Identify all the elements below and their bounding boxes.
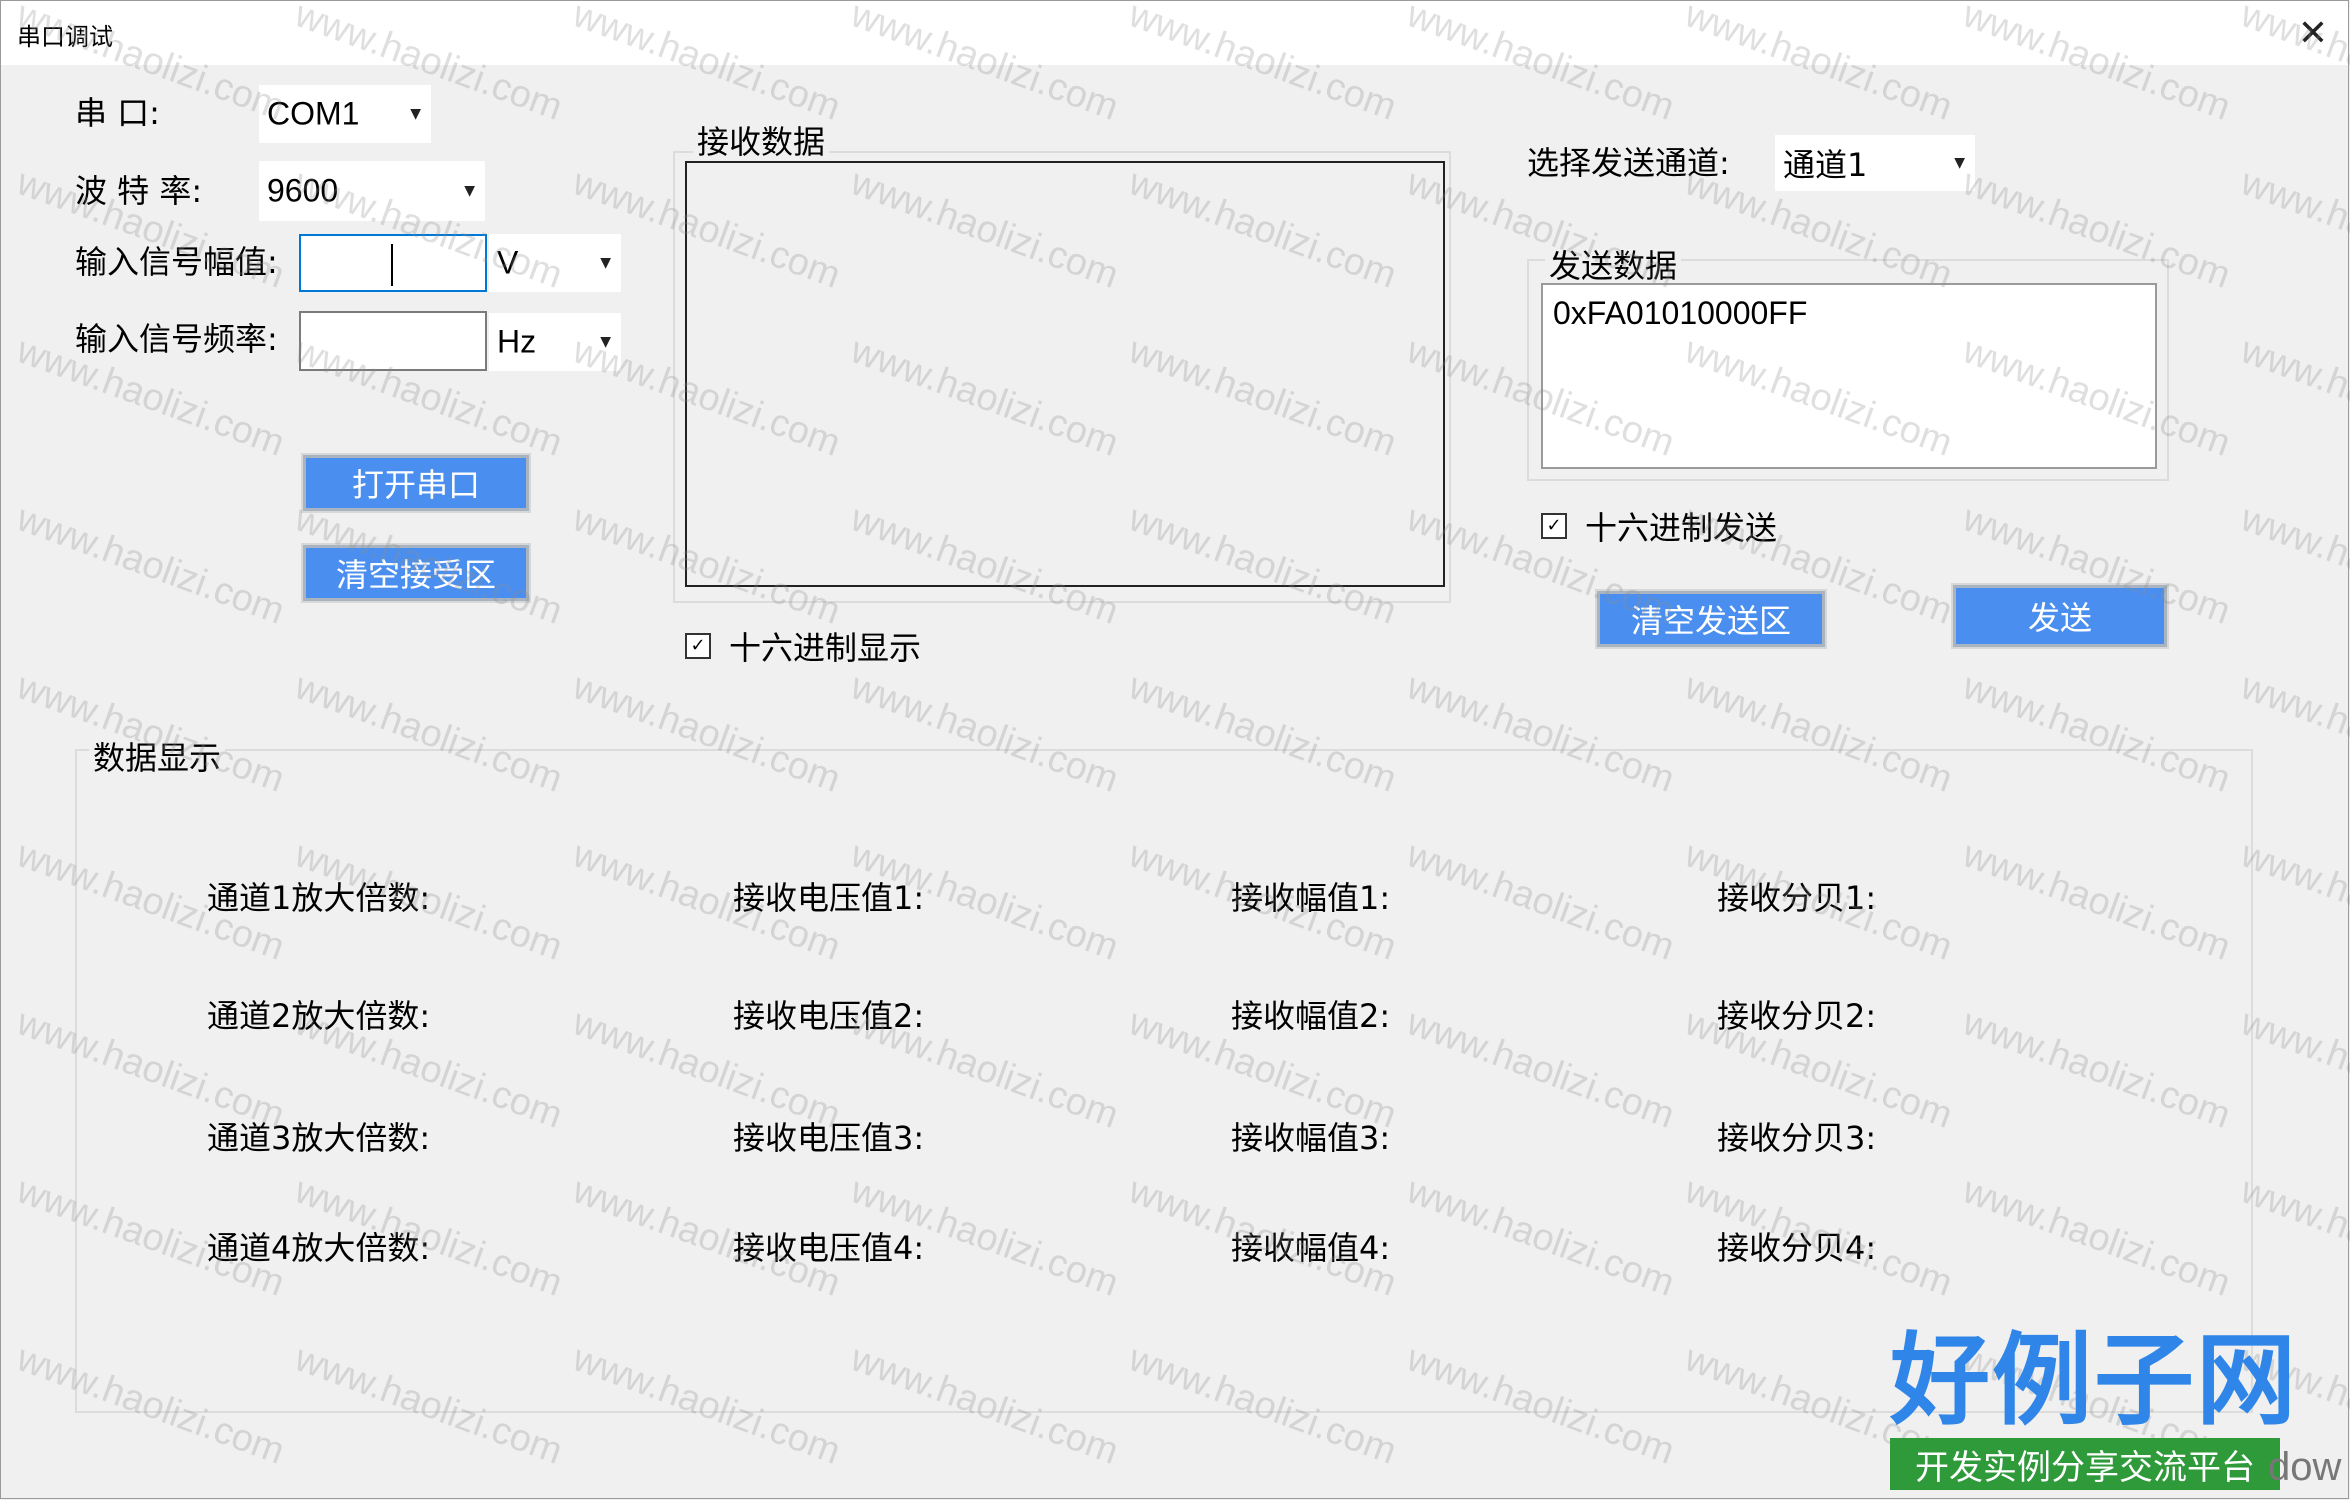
- send-data-input[interactable]: 0xFA01010000FF: [1541, 283, 2157, 469]
- channel-gain-label: 通道2放大倍数:: [207, 997, 431, 1035]
- frequency-input[interactable]: [299, 311, 487, 371]
- frequency-unit-value: Hz: [497, 323, 537, 360]
- title-bar: 串口调试 ✕: [1, 1, 2348, 65]
- amplitude-label: 输入信号幅值:: [75, 243, 278, 281]
- received-db-label: 接收分贝3:: [1717, 1119, 1877, 1157]
- site-logo: 好例子网 开发实例分享交流平台: [1880, 1330, 2296, 1500]
- receive-group-title: 接收数据: [693, 117, 830, 163]
- amplitude-unit-value: V: [497, 244, 519, 281]
- send-group-title: 发送数据: [1545, 241, 1682, 287]
- port-select[interactable]: COM1 ▼: [259, 85, 431, 143]
- received-db-label: 接收分贝4:: [1717, 1229, 1877, 1267]
- send-channel-value: 通道1: [1783, 146, 1868, 184]
- received-voltage-label: 接收电压值3:: [733, 1119, 925, 1157]
- send-channel-label: 选择发送通道:: [1527, 144, 1730, 182]
- logo-sub-text: 开发实例分享交流平台: [1890, 1438, 2280, 1490]
- logo-main-text: 好例子网: [1890, 1321, 2298, 1439]
- receive-data-area[interactable]: [685, 161, 1445, 587]
- close-icon[interactable]: ✕: [2278, 1, 2348, 65]
- clear-send-button[interactable]: 清空发送区: [1595, 589, 1827, 649]
- window-title: 串口调试: [17, 23, 113, 51]
- port-label: 串 口:: [75, 94, 160, 132]
- chevron-down-icon: ▼: [410, 106, 421, 122]
- checkmark-icon: ✓: [685, 633, 711, 659]
- checkmark-icon: ✓: [1541, 513, 1567, 539]
- hex-send-checkbox[interactable]: ✓ 十六进制发送: [1541, 503, 1777, 549]
- amplitude-input[interactable]: [299, 234, 487, 292]
- data-display-groupbox: [75, 749, 2253, 1413]
- text-caret: [391, 244, 393, 286]
- frequency-label: 输入信号频率:: [75, 320, 278, 358]
- hex-display-label: 十六进制显示: [729, 629, 922, 667]
- received-amplitude-label: 接收幅值3:: [1231, 1119, 1391, 1157]
- send-button[interactable]: 发送: [1951, 583, 2169, 649]
- open-port-button[interactable]: 打开串口: [301, 453, 531, 513]
- received-voltage-label: 接收电压值2:: [733, 997, 925, 1035]
- baud-select[interactable]: 9600 ▼: [259, 161, 485, 221]
- received-amplitude-label: 接收幅值4:: [1231, 1229, 1391, 1267]
- send-channel-select[interactable]: 通道1 ▼: [1775, 135, 1975, 191]
- amplitude-unit-select[interactable]: V ▼: [489, 234, 621, 292]
- send-data-value: 0xFA01010000FF: [1553, 295, 1808, 331]
- received-db-label: 接收分贝2:: [1717, 997, 1877, 1035]
- received-db-label: 接收分贝1:: [1717, 879, 1877, 917]
- port-value: COM1: [267, 95, 360, 132]
- channel-gain-label: 通道4放大倍数:: [207, 1229, 431, 1267]
- chevron-down-icon: ▼: [464, 183, 475, 199]
- chevron-down-icon: ▼: [600, 334, 611, 350]
- hex-send-label: 十六进制发送: [1585, 509, 1778, 547]
- received-amplitude-label: 接收幅值2:: [1231, 997, 1391, 1035]
- clear-receive-button[interactable]: 清空接受区: [301, 543, 531, 603]
- received-voltage-label: 接收电压值1:: [733, 879, 925, 917]
- data-display-title: 数据显示: [89, 733, 226, 779]
- channel-gain-label: 通道1放大倍数:: [207, 879, 431, 917]
- frequency-unit-select[interactable]: Hz ▼: [489, 313, 621, 371]
- received-voltage-label: 接收电压值4:: [733, 1229, 925, 1267]
- baud-label: 波 特 率:: [75, 172, 203, 210]
- hex-display-checkbox[interactable]: ✓ 十六进制显示: [685, 623, 921, 669]
- chevron-down-icon: ▼: [1954, 155, 1965, 171]
- chevron-down-icon: ▼: [600, 255, 611, 271]
- app-window: 串口调试 ✕ 串 口: COM1 ▼ 波 特 率: 9600 ▼ 输入信号幅值:…: [0, 0, 2349, 1499]
- channel-gain-label: 通道3放大倍数:: [207, 1119, 431, 1157]
- received-amplitude-label: 接收幅值1:: [1231, 879, 1391, 917]
- baud-value: 9600: [267, 172, 339, 209]
- corner-fragment-text: dow: [2268, 1445, 2342, 1489]
